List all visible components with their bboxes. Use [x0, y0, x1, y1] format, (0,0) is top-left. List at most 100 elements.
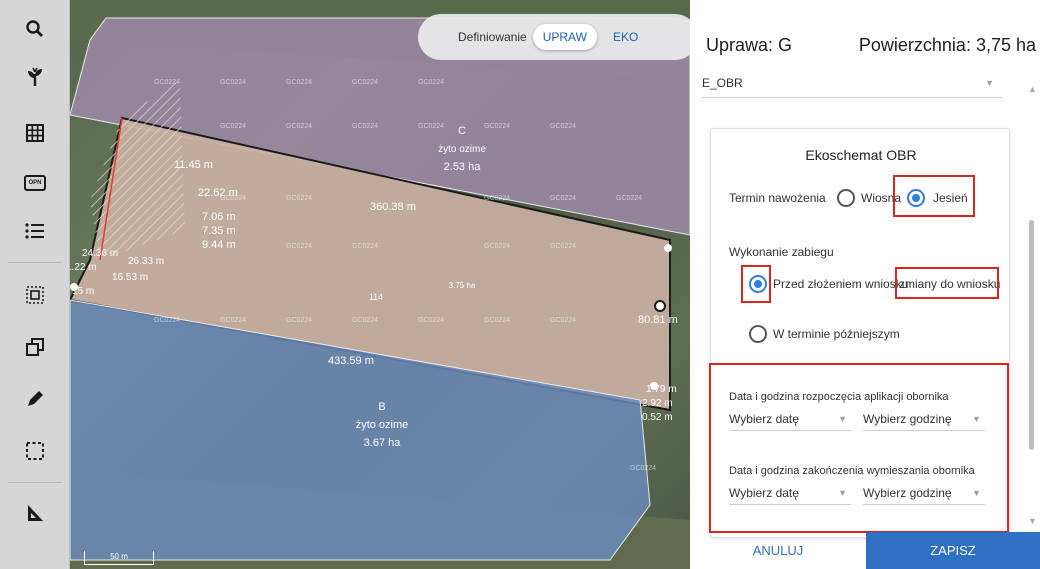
tile-label: GC0224: [418, 317, 444, 324]
radio-pozniej[interactable]: [749, 325, 767, 343]
map-canvas[interactable]: GC0224 GC0224 GC0224 GC0224 GC0224 GC022…: [70, 0, 690, 569]
parcel-b-crop: żyto ozime: [356, 419, 409, 431]
area-title: Powierzchnia: 3,75 ha: [858, 34, 1036, 55]
map-toolbar: OPN: [0, 0, 70, 569]
parcel-g-area: 3.75 ha: [449, 281, 476, 290]
highlight-box: [893, 175, 975, 217]
tile-label: GC0224: [484, 317, 510, 324]
save-button[interactable]: ZAPISZ: [866, 532, 1040, 569]
cancel-button[interactable]: ANULUJ: [690, 532, 866, 569]
highlight-box: [895, 267, 999, 299]
highlight-box: [741, 265, 771, 303]
end-label: Data i godzina zakończenia wymieszania o…: [729, 465, 975, 477]
parcel-g-code: 114: [369, 292, 383, 302]
tile-label: GC0224: [220, 79, 246, 86]
toolbar-divider: [8, 482, 62, 483]
start-label: Data i godzina rozpoczęcia aplikacji obo…: [729, 391, 949, 403]
edge-label: 24.36 m: [82, 248, 118, 259]
edge-label: 0.52 m: [642, 412, 673, 423]
start-date-select[interactable]: Wybierz datę ▼: [729, 407, 851, 431]
tile-label: GC0224: [220, 317, 246, 324]
highlight-box: [709, 363, 1009, 533]
tile-label: GC0224: [154, 79, 180, 86]
tile-label: GC0224: [550, 123, 576, 130]
end-date-placeholder: Wybierz datę: [729, 485, 799, 500]
list-icon[interactable]: [14, 210, 56, 252]
tile-label: GC0224: [352, 317, 378, 324]
parcel-c-area: 2.53 ha: [444, 161, 482, 173]
wykonanie-label: Wykonanie zabiegu: [729, 245, 834, 259]
edge-label: 15 m: [72, 286, 94, 297]
dashed-frame-icon[interactable]: [14, 430, 56, 472]
tile-label: GC0224: [484, 195, 510, 202]
measure-icon[interactable]: [14, 492, 56, 534]
scrollbar-thumb[interactable]: [1029, 220, 1034, 450]
tile-label: GC0224: [484, 243, 510, 250]
plant-icon[interactable]: [14, 56, 56, 98]
edge-label: 1.22 m: [70, 262, 97, 273]
end-time-select[interactable]: Wybierz godzinę ▼: [863, 481, 985, 505]
toolbar-divider: [8, 262, 62, 263]
tile-label: GC0224: [550, 243, 576, 250]
tile-label: GC0224: [352, 243, 378, 250]
option-przed-label[interactable]: Przed złożeniem wniosku: [773, 277, 908, 291]
scroll-up-arrow[interactable]: ▲: [1028, 84, 1037, 94]
start-time-placeholder: Wybierz godzinę: [863, 411, 952, 426]
tile-label: GC0224: [550, 195, 576, 202]
tile-label: GC0224: [352, 123, 378, 130]
pencil-icon[interactable]: [14, 378, 56, 420]
start-date-placeholder: Wybierz datę: [729, 411, 799, 426]
scroll-down-arrow[interactable]: ▼: [1028, 516, 1037, 526]
vertex-marker[interactable]: [664, 244, 672, 252]
edge-label: 22.62 m: [198, 187, 238, 199]
ecoscheme-select-value: E_OBR: [702, 75, 743, 90]
end-date-select[interactable]: Wybierz datę ▼: [729, 481, 851, 505]
tile-label: GC0224: [418, 79, 444, 86]
parcel-b-letter: B: [378, 401, 385, 413]
end-time-placeholder: Wybierz godzinę: [863, 485, 952, 500]
map-view[interactable]: GC0224 GC0224 GC0224 GC0224 GC0224 GC022…: [70, 0, 690, 569]
radio-wiosna[interactable]: [837, 189, 855, 207]
search-icon[interactable]: [14, 8, 56, 50]
edge-label-bottom: 433.59 m: [328, 355, 374, 367]
tile-label: GC0224: [352, 79, 378, 86]
mode-upraw-button[interactable]: UPRAW: [532, 24, 597, 50]
ekoschemat-title: Ekoschemat OBR: [805, 147, 917, 163]
option-pozniej-label[interactable]: W terminie późniejszym: [773, 327, 900, 341]
edge-label-right: 80.81 m: [638, 314, 678, 326]
chevron-down-icon: ▼: [838, 487, 847, 498]
tile-label: GC0224: [630, 465, 656, 472]
grid-icon[interactable]: [14, 112, 56, 154]
start-time-select[interactable]: Wybierz godzinę ▼: [863, 407, 985, 431]
tile-label: GC0224: [286, 195, 312, 202]
chevron-down-icon: ▼: [985, 77, 994, 88]
edge-label: 7.35 m: [202, 225, 236, 237]
edge-label: 26.33 m: [128, 256, 164, 267]
copy-icon[interactable]: [14, 326, 56, 368]
tile-label: GC0224: [616, 195, 642, 202]
mode-switcher: Definiowanie UPRAW EKO: [418, 14, 690, 60]
tile-label: GC0224: [220, 123, 246, 130]
tile-label: GC0224: [286, 317, 312, 324]
tile-label: GC0224: [286, 79, 312, 86]
chevron-down-icon: ▼: [972, 413, 981, 424]
open-data-icon[interactable]: OPN: [14, 162, 56, 204]
edge-label: 1.79 m: [646, 384, 677, 395]
edge-label: 16.53 m: [112, 272, 148, 283]
dotted-square-icon[interactable]: [14, 274, 56, 316]
mode-eko-button[interactable]: EKO: [603, 24, 648, 50]
tile-label: GC0224: [154, 317, 180, 324]
crop-title: Uprawa: G: [706, 34, 793, 55]
open-data-label: OPN: [24, 175, 46, 191]
edge-label: 2.92 m: [642, 398, 673, 409]
ecoscheme-select[interactable]: E_OBR ▼: [702, 68, 1002, 98]
vertex-marker[interactable]: [654, 300, 666, 312]
chevron-down-icon: ▼: [972, 487, 981, 498]
edge-label: 9.44 m: [202, 239, 236, 251]
chevron-down-icon: ▼: [838, 413, 847, 424]
ekoschemat-card: Ekoschemat OBR Termin nawożenia Wiosna J…: [709, 128, 1010, 538]
tile-label: GC0224: [550, 317, 576, 324]
panel-header: Uprawa: G Powierzchnia: 3,75 ha: [706, 30, 1036, 60]
tile-label: GC0224: [418, 123, 444, 130]
tile-label: GC0224: [286, 243, 312, 250]
